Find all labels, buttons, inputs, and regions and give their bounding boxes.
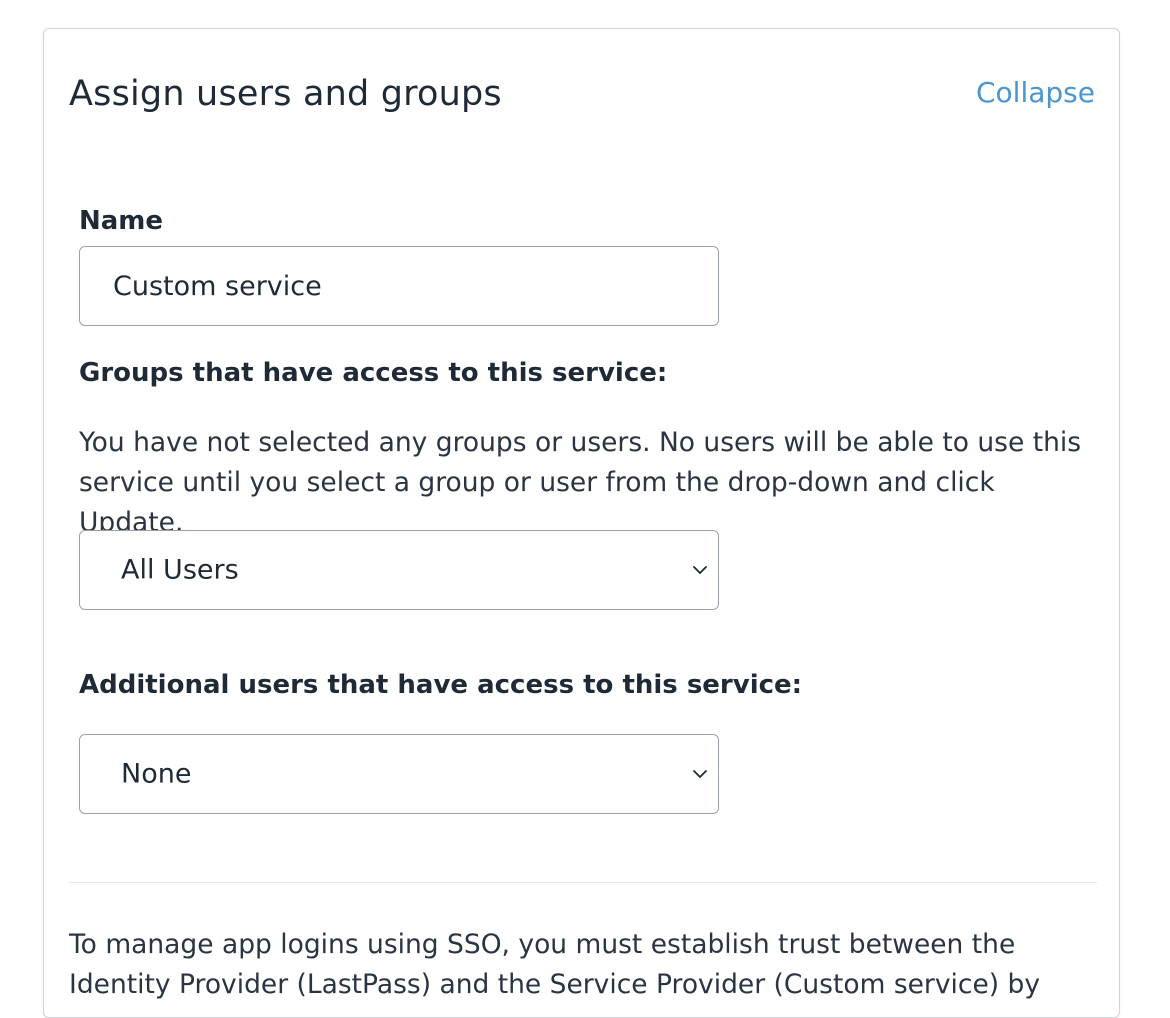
section-divider	[69, 882, 1097, 883]
additional-users-label: Additional users that have access to thi…	[79, 670, 803, 700]
assign-users-panel: Assign users and groups Collapse Name Gr…	[43, 28, 1120, 1018]
groups-help-text: You have not selected any groups or user…	[79, 427, 1082, 538]
sso-info-text: To manage app logins using SSO, you must…	[69, 929, 1041, 1000]
name-label: Name	[79, 206, 164, 236]
collapse-link[interactable]: Collapse	[976, 76, 1095, 109]
additional-users-select[interactable]: None	[79, 734, 719, 814]
chevron-down-icon	[693, 770, 707, 778]
groups-select-value: All Users	[121, 554, 239, 586]
name-input[interactable]	[79, 246, 719, 326]
groups-select[interactable]: All Users	[79, 530, 719, 610]
chevron-down-icon	[693, 566, 707, 574]
groups-label: Groups that have access to this service:	[79, 358, 668, 388]
panel-title: Assign users and groups	[69, 74, 502, 114]
additional-users-select-value: None	[121, 758, 192, 790]
